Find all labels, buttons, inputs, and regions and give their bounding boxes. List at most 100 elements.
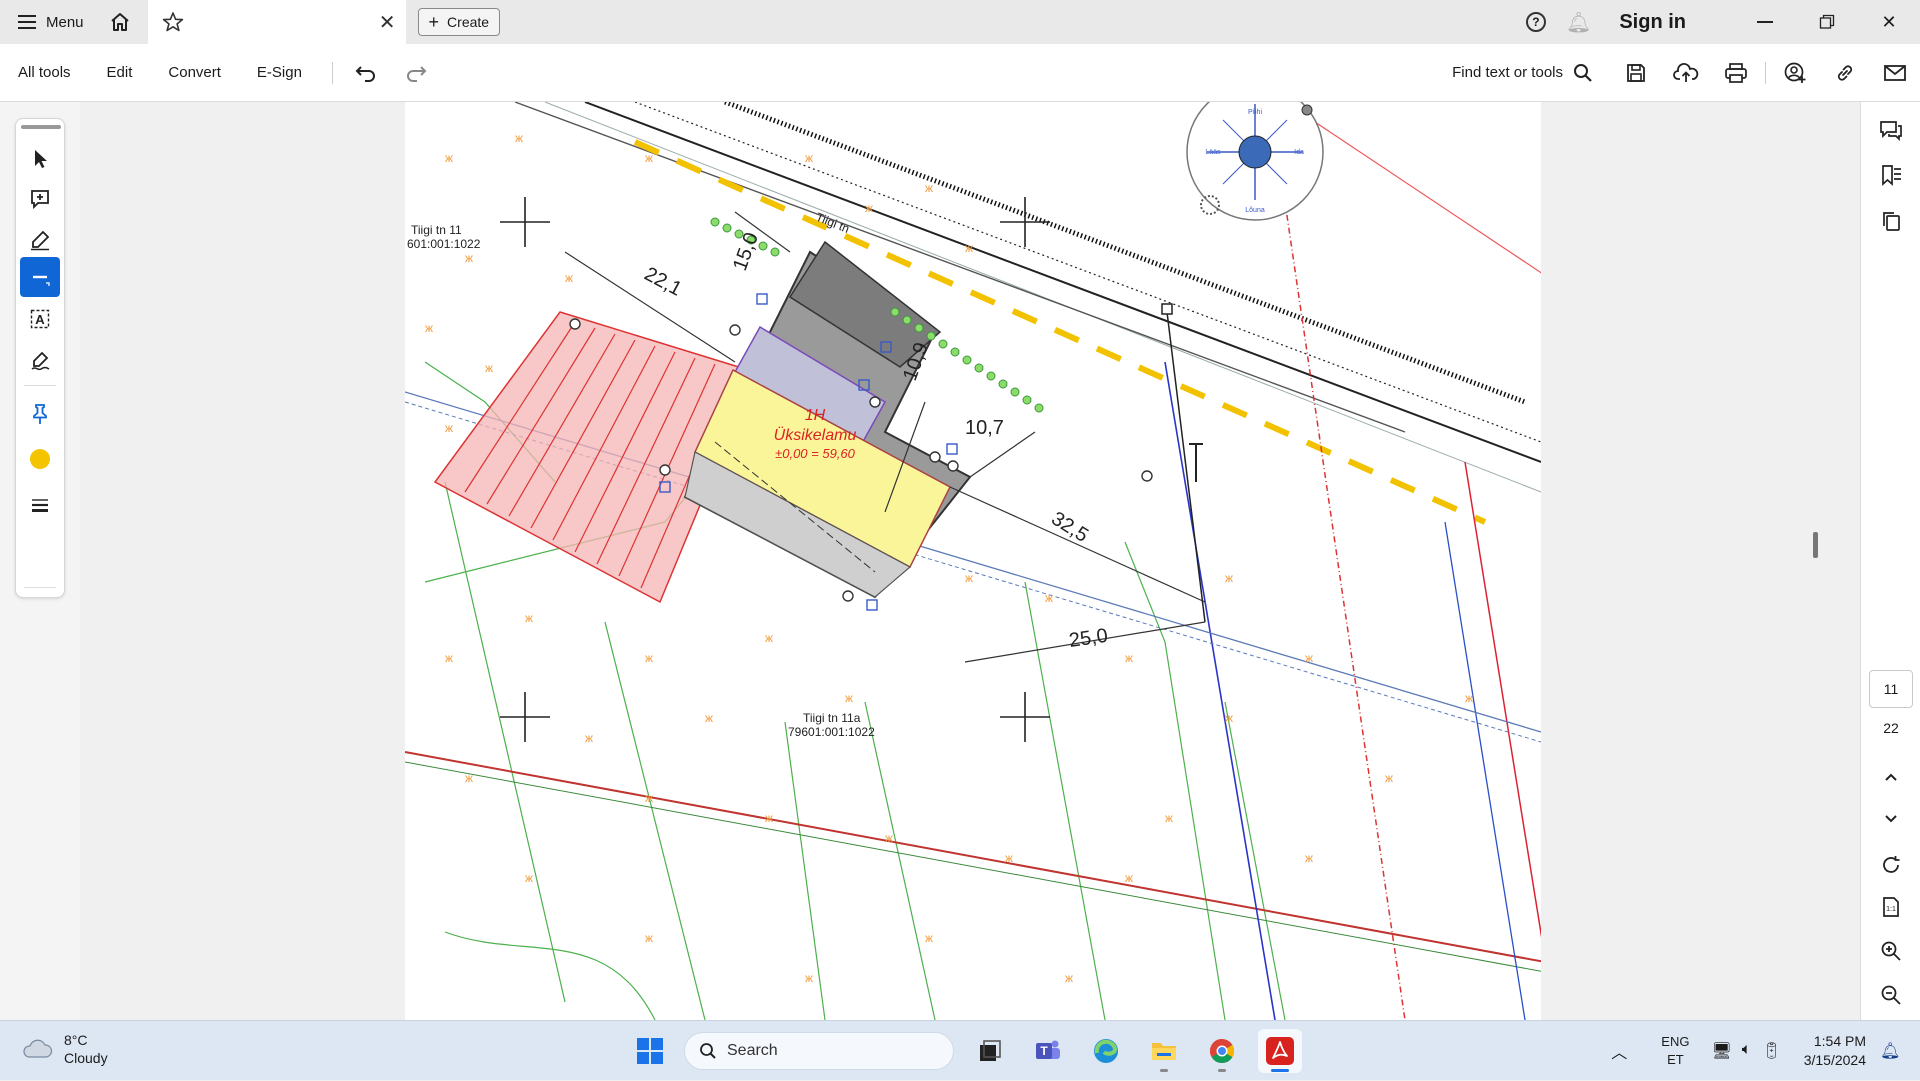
mail-icon: [1884, 64, 1906, 81]
notification-bell-icon[interactable]: 🔔︎: [1880, 1041, 1910, 1061]
upload-cloud-button[interactable]: [1661, 51, 1711, 95]
print-button[interactable]: [1711, 51, 1761, 95]
building-type: Üksikelamu: [774, 426, 857, 444]
home-button[interactable]: [98, 0, 142, 44]
clock[interactable]: 1:54 PM 3/15/2024: [1804, 1032, 1866, 1070]
svg-text:ж: ж: [525, 611, 533, 625]
svg-text:ж: ж: [705, 711, 713, 725]
svg-text:ж: ж: [1005, 851, 1013, 865]
redo-button[interactable]: [391, 51, 441, 95]
copy-link-button[interactable]: [1820, 51, 1870, 95]
pages-panel-button[interactable]: [1876, 206, 1906, 236]
minimize-button[interactable]: [1734, 0, 1796, 44]
battery-icon[interactable]: 🔋︎: [1761, 1041, 1781, 1061]
drag-handle[interactable]: [21, 125, 61, 129]
document-canvas[interactable]: жжжж жжжж жжжж жжжж жжжж жжжж жжжж жжжж …: [80, 102, 1840, 1020]
star-icon[interactable]: [162, 11, 184, 33]
rotate-button[interactable]: [1876, 850, 1906, 880]
zoom-in-button[interactable]: [1876, 936, 1906, 966]
building-elevation: ±0,00 = 59,60: [775, 446, 856, 461]
svg-text:ж: ж: [925, 931, 933, 945]
save-icon: [1627, 63, 1645, 82]
printer-icon: [1725, 62, 1747, 83]
svg-text:ж: ж: [485, 361, 493, 375]
all-tools-menu[interactable]: All tools: [0, 64, 89, 81]
notifications-bell-icon[interactable]: 🔔︎: [1566, 10, 1591, 35]
edge-app[interactable]: [1084, 1029, 1128, 1073]
restore-button[interactable]: [1796, 0, 1858, 44]
previous-page-button[interactable]: [1876, 762, 1906, 792]
building-footprint: [683, 240, 972, 599]
convert-menu[interactable]: Convert: [150, 64, 239, 81]
color-picker[interactable]: [20, 439, 60, 479]
menu-button[interactable]: Menu: [0, 0, 98, 44]
zoom-out-icon: [1881, 985, 1901, 1005]
svg-text:ж: ж: [1045, 591, 1053, 605]
close-window-button[interactable]: ✕: [1858, 0, 1920, 44]
show-hidden-icons-chevron-icon[interactable]: ︿: [1611, 1039, 1627, 1063]
highlighter-pen-icon: [31, 230, 50, 251]
line-weight-tool[interactable]: [20, 485, 60, 525]
pin-tool[interactable]: [20, 394, 60, 434]
svg-text:ж: ж: [1065, 971, 1073, 985]
svg-text:ж: ж: [865, 201, 873, 215]
highlight-tool[interactable]: [20, 220, 60, 260]
weather-temperature: 8°C: [64, 1032, 88, 1048]
draw-line-tool[interactable]: [20, 257, 60, 297]
network-icon[interactable]: 🖥︎: [1711, 1041, 1731, 1061]
weather-widget[interactable]: 8°C Cloudy: [20, 1031, 108, 1067]
undo-icon: [355, 65, 375, 82]
create-button[interactable]: + Create: [417, 8, 501, 36]
e-sign-menu[interactable]: E-Sign: [239, 64, 320, 81]
find-text-tools[interactable]: Find text or tools: [1452, 63, 1593, 83]
parcel-north-label: Tiigi tn 11: [411, 223, 462, 237]
rail-divider: [24, 587, 56, 588]
comments-panel-button[interactable]: [1876, 116, 1906, 146]
file-explorer-app[interactable]: [1142, 1029, 1186, 1073]
help-icon[interactable]: ?: [1525, 12, 1546, 32]
svg-text:ж: ж: [465, 251, 473, 265]
running-indicator: [1160, 1069, 1168, 1072]
zoom-in-icon: [1881, 941, 1901, 961]
add-comment-tool[interactable]: [20, 179, 60, 219]
windows-logo-icon: [637, 1038, 663, 1064]
svg-text:ж: ж: [1225, 711, 1233, 725]
taskbar-search[interactable]: Search: [684, 1032, 954, 1070]
close-tab-icon[interactable]: ✕: [379, 10, 396, 35]
svg-text:ж: ж: [565, 271, 573, 285]
sign-in-button[interactable]: Sign in: [1619, 11, 1686, 34]
volume-icon[interactable]: 🔈︎: [1742, 1041, 1752, 1061]
select-tool[interactable]: [20, 139, 60, 179]
text-box-tool[interactable]: A: [20, 299, 60, 339]
document-tab[interactable]: ✕: [147, 0, 406, 44]
task-view-app[interactable]: [968, 1029, 1012, 1073]
zoom-out-button[interactable]: [1876, 980, 1906, 1010]
close-icon: ✕: [1881, 11, 1897, 32]
email-button[interactable]: [1870, 51, 1920, 95]
page-fit-button[interactable]: 1:1: [1876, 892, 1906, 922]
teams-app[interactable]: T: [1026, 1029, 1070, 1073]
edit-menu[interactable]: Edit: [89, 64, 151, 81]
start-button[interactable]: [630, 1031, 670, 1071]
next-page-button[interactable]: [1876, 804, 1906, 834]
acrobat-app[interactable]: [1258, 1029, 1302, 1073]
title-bar: Menu ✕ + Create ? 🔔︎ Sign in ✕: [0, 0, 1920, 44]
scroll-grip[interactable]: [1813, 532, 1818, 558]
language-indicator[interactable]: ENG ET: [1661, 1033, 1689, 1069]
undo-button[interactable]: [341, 51, 391, 95]
chrome-app[interactable]: [1200, 1029, 1244, 1073]
svg-text:ж: ж: [885, 831, 893, 845]
save-button[interactable]: [1611, 51, 1661, 95]
svg-text:ж: ж: [1125, 871, 1133, 885]
search-icon: [1574, 63, 1592, 82]
clock-date: 3/15/2024: [1803, 1052, 1866, 1068]
pdf-page-site-plan[interactable]: жжжж жжжж жжжж жжжж жжжж жжжж жжжж жжжж …: [405, 102, 1541, 1020]
bookmarks-panel-button[interactable]: [1876, 160, 1906, 190]
share-people-button[interactable]: [1770, 51, 1820, 95]
text-box-icon: A: [30, 309, 50, 329]
quick-tools-rail: A: [15, 118, 65, 598]
compass-west: Lääs: [1205, 149, 1221, 156]
current-page-input[interactable]: 11: [1869, 670, 1913, 708]
svg-text:ж: ж: [645, 931, 653, 945]
fill-sign-tool[interactable]: [20, 341, 60, 381]
